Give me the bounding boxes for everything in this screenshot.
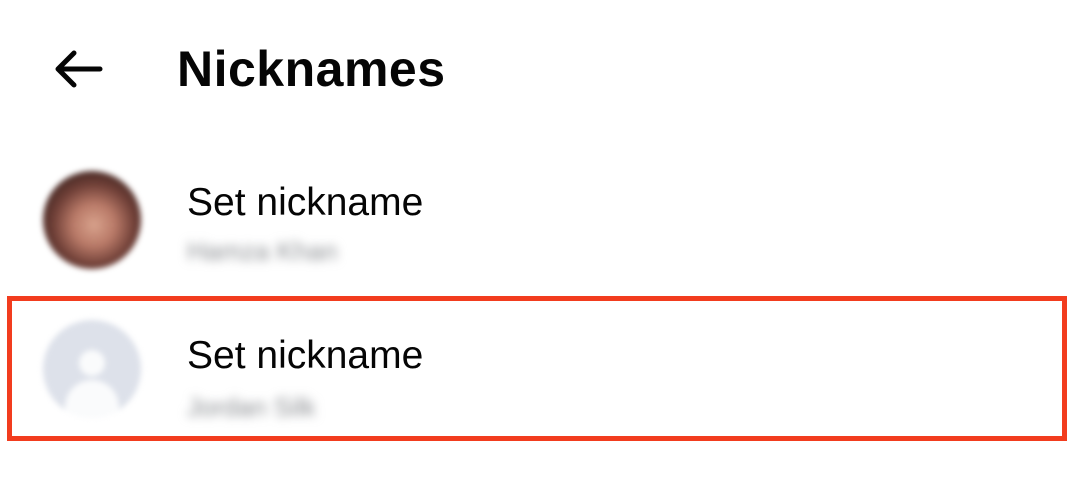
back-button[interactable] [40, 36, 116, 102]
nickname-row-participant-2[interactable]: Set nickname Jordan Silk [0, 292, 1080, 432]
participant-name: Hamza Khan [187, 236, 338, 266]
avatar-head-shape [79, 350, 105, 376]
header-bar: Nicknames [0, 0, 1080, 135]
default-avatar-icon [43, 320, 141, 418]
arrow-left-icon [55, 50, 103, 88]
nickname-row-participant-1[interactable]: Set nickname Hamza Khan [0, 138, 1080, 278]
avatar-body-shape [65, 380, 119, 418]
avatar [43, 171, 141, 269]
set-nickname-label: Set nickname [187, 334, 424, 377]
page-title: Nicknames [177, 41, 446, 97]
participant-name: Jordan Silk [187, 392, 316, 422]
set-nickname-label: Set nickname [187, 181, 424, 224]
